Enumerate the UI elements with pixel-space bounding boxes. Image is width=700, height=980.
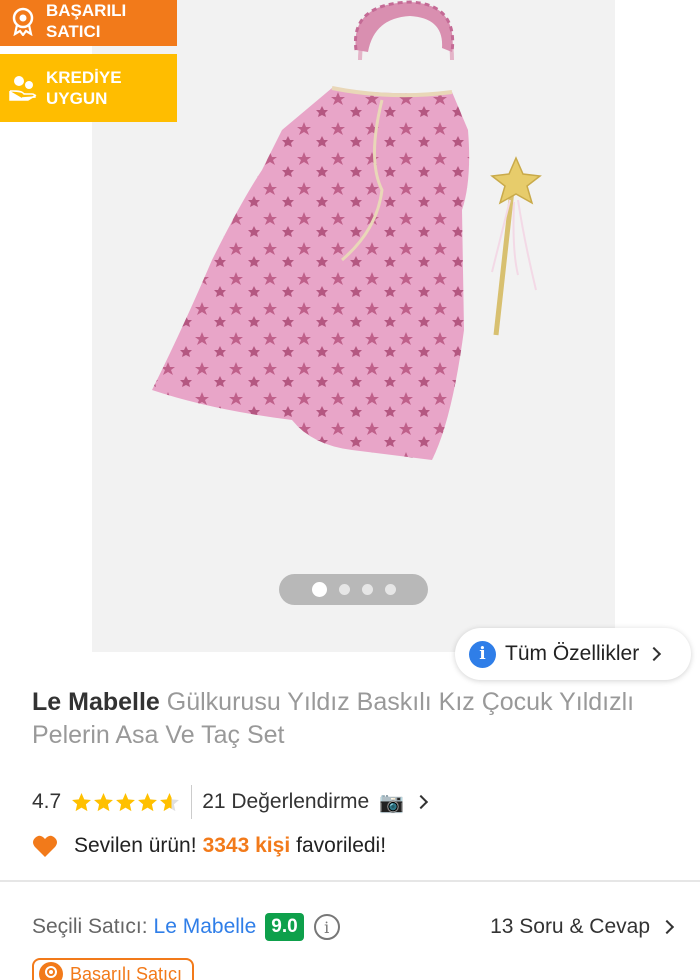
all-features-label: Tüm Özellikler <box>505 642 640 665</box>
rating-row[interactable]: 4.7 21 Değerlendirme 📷 <box>32 785 429 819</box>
star-icon <box>94 792 114 811</box>
favorites-suffix: favoriledi! <box>296 834 387 857</box>
reviews-link[interactable]: 21 Değerlendirme <box>202 790 369 814</box>
half-star-icon <box>160 792 180 811</box>
divider <box>191 785 193 819</box>
successful-seller-tag: Başarılı Satıcı <box>32 958 194 980</box>
favorites-row: Sevilen ürün! 3343 kişi favoriledi! <box>32 830 386 862</box>
product-title: Le Mabelle Gülkurusu Yıldız Baskılı Kız … <box>32 686 652 752</box>
gallery-dot-3[interactable] <box>361 584 373 595</box>
info-icon: i <box>469 640 496 668</box>
badge-label: BAŞARILI SATICI <box>46 1 127 41</box>
credit-eligible-badge: KREDİYE UYGUN <box>0 54 177 122</box>
star-icon <box>72 792 92 811</box>
questions-answers-link[interactable]: 13 Soru & Cevap <box>490 910 675 944</box>
gallery-dot-2[interactable] <box>338 584 350 595</box>
seller-label: Seçili Satıcı: <box>32 915 148 938</box>
product-image-gallery[interactable]: BAŞARILI SATICI KREDİYE UYGUN i Tüm Özel… <box>0 0 700 680</box>
qa-label: 13 Soru & Cevap <box>490 915 650 938</box>
favorites-prefix: Sevilen ürün! <box>74 834 197 857</box>
rating-value: 4.7 <box>32 790 62 813</box>
badge-label: KREDİYE UYGUN <box>46 68 122 108</box>
favorites-count: 3343 kişi <box>202 834 291 857</box>
rating-stars <box>71 792 181 813</box>
product-brand[interactable]: Le Mabelle <box>32 688 160 716</box>
gallery-pagination[interactable] <box>279 574 428 605</box>
gallery-dot-4[interactable] <box>384 584 396 595</box>
successful-seller-badge: BAŞARILI SATICI <box>0 0 177 46</box>
heart-icon <box>33 835 57 857</box>
star-icon <box>138 792 158 811</box>
chevron-right-icon <box>659 919 675 935</box>
hand-coins-icon <box>9 76 37 101</box>
seller-score-badge: 9.0 <box>265 913 304 941</box>
gallery-dot-1[interactable] <box>311 582 327 597</box>
chevron-right-icon <box>413 794 429 810</box>
star-icon <box>116 792 136 811</box>
seller-badge-label: Başarılı Satıcı <box>70 963 183 980</box>
all-features-button[interactable]: i Tüm Özellikler <box>455 628 691 680</box>
section-divider <box>0 880 700 882</box>
seller-name-link[interactable]: Le Mabelle <box>154 915 257 939</box>
camera-icon: 📷 <box>379 791 405 814</box>
seller-row: Seçili Satıcı: Le Mabelle 9.0 i <box>32 910 340 944</box>
medal-icon <box>12 7 34 36</box>
info-icon[interactable]: i <box>313 914 340 940</box>
chevron-right-icon <box>647 646 662 662</box>
medal-icon <box>39 962 63 980</box>
